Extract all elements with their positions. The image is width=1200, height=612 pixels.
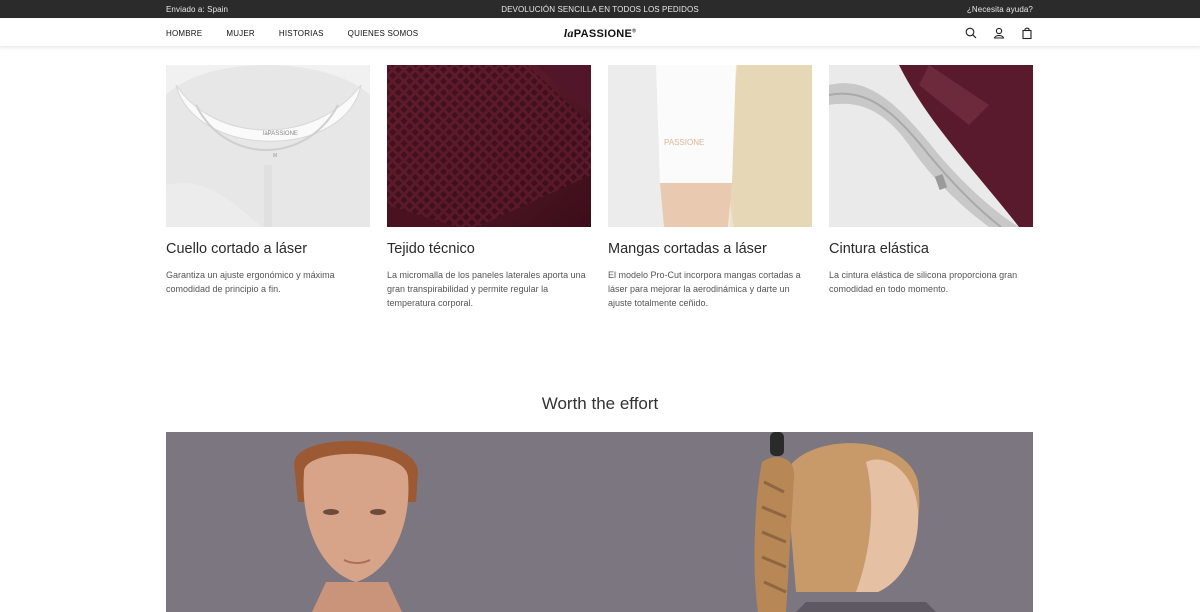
feature-desc: Garantiza un ajuste ergonómico y máxima … <box>166 270 335 294</box>
hero-photo <box>166 432 1033 612</box>
help-link[interactable]: ¿Necesita ayuda? <box>967 5 1033 14</box>
feature-image-fabric <box>387 65 591 227</box>
feature-title: Cintura elástica <box>829 241 929 257</box>
feature-card: Cintura elástica La cintura elástica de … <box>829 65 1033 294</box>
feature-desc: La micromalla de los paneles laterales a… <box>387 270 586 308</box>
feature-image-waistband <box>829 65 1033 227</box>
search-icon[interactable] <box>964 26 978 40</box>
feature-desc: La cintura elástica de silicona proporci… <box>829 270 1018 294</box>
label-size: M <box>273 153 277 159</box>
feature-card: laPASSIONE M Cuello cortado a láser Gara… <box>166 65 370 294</box>
feature-title: Cuello cortado a láser <box>166 241 308 257</box>
feature-card: PASSIONE Mangas cortadas a láser El mode… <box>608 65 812 308</box>
feature-card: Tejido técnico La micromalla de los pane… <box>387 65 591 308</box>
site-header: HOMBRE MUJER HISTORIAS QUIENES SOMOS laP… <box>0 18 1200 47</box>
label-logo: laPASSIONE <box>263 131 298 137</box>
feature-image-sleeve: PASSIONE <box>608 65 812 227</box>
account-icon[interactable] <box>992 26 1006 40</box>
bag-icon[interactable] <box>1020 26 1034 40</box>
feature-desc: El modelo Pro-Cut incorpora mangas corta… <box>608 270 801 308</box>
feature-title: Mangas cortadas a láser <box>608 241 767 257</box>
header-icons <box>964 26 1034 40</box>
feature-image-collar: laPASSIONE M <box>166 65 370 227</box>
feature-title: Tejido técnico <box>387 241 475 257</box>
hero-image <box>166 432 1033 612</box>
sleeve-print: PASSIONE <box>664 138 704 147</box>
section-title: Worth the effort <box>541 394 659 413</box>
announcement-bar: Enviado a: Spain DEVOLUCIÓN SENCILLA EN … <box>0 0 1200 18</box>
